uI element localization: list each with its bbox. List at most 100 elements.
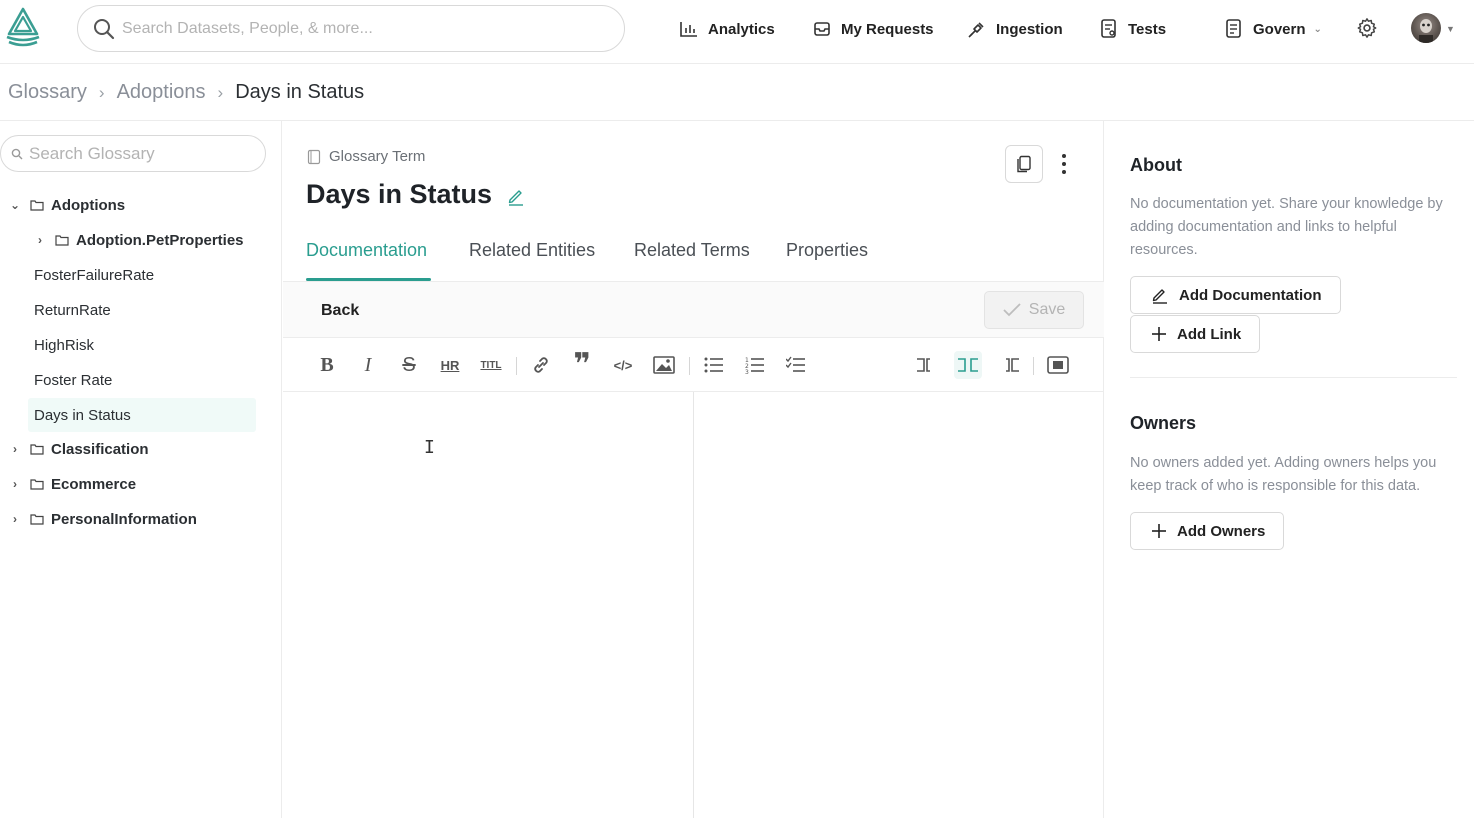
test-file-icon <box>1101 19 1116 38</box>
tree-item-label: Ecommerce <box>51 475 137 493</box>
image-icon[interactable] <box>650 351 678 379</box>
horizontal-rule-button[interactable]: HR <box>436 351 464 379</box>
entity-type-text: Glossary Term <box>329 148 426 165</box>
chevron-down-icon[interactable]: ⌄ <box>8 198 22 212</box>
nav-analytics-label: Analytics <box>708 20 775 38</box>
tree-item-foster-rate[interactable]: Foster Rate <box>34 366 112 394</box>
add-documentation-button[interactable]: Add Documentation <box>1130 276 1341 314</box>
term-tabs: Documentation Related Entities Related T… <box>283 228 1104 282</box>
tree-item-label: Classification <box>51 440 149 458</box>
search-icon <box>11 148 23 159</box>
tab-properties[interactable]: Properties <box>786 240 868 261</box>
bullet-list-icon[interactable] <box>700 351 728 379</box>
copy-link-button[interactable] <box>1005 145 1043 183</box>
entity-type-label: Glossary Term <box>307 148 425 165</box>
tree-item-adoptions[interactable]: ⌄ Adoptions <box>8 191 125 219</box>
tree-item-ecommerce[interactable]: › Ecommerce <box>8 470 136 498</box>
nav-analytics[interactable]: Analytics <box>680 18 775 40</box>
page-title-text: Days in Status <box>306 179 493 209</box>
add-owners-label: Add Owners <box>1177 522 1266 540</box>
chevron-right-icon[interactable]: › <box>8 512 22 526</box>
editor-toolbar: B I S HR TITL ❞ </> 123 <box>283 338 1104 392</box>
search-icon <box>94 18 115 39</box>
numbered-list-icon[interactable]: 123 <box>741 351 769 379</box>
breadcrumb-glossary[interactable]: Glossary <box>8 81 87 104</box>
chevron-right-icon[interactable]: › <box>33 233 47 247</box>
chevron-down-icon: ⌄ <box>1313 23 1322 35</box>
split-view-icon[interactable] <box>954 351 982 379</box>
tree-item-adoption-petproperties[interactable]: › Adoption.PetProperties <box>33 226 244 254</box>
glossary-search[interactable] <box>0 135 266 172</box>
tree-item-classification[interactable]: › Classification <box>8 435 149 463</box>
folder-icon <box>55 235 69 246</box>
editor-mode-icon[interactable] <box>913 351 941 379</box>
heading-button[interactable]: TITL <box>477 351 505 379</box>
nav-ingestion[interactable]: Ingestion <box>968 18 1063 40</box>
tab-related-terms[interactable]: Related Terms <box>634 240 750 261</box>
add-link-button[interactable]: Add Link <box>1130 315 1261 353</box>
tree-item-label: PersonalInformation <box>51 510 197 528</box>
govern-icon <box>1226 19 1241 38</box>
quote-button[interactable]: ❞ <box>568 350 596 380</box>
nav-tests-label: Tests <box>1128 20 1167 38</box>
tree-item-days-in-status[interactable]: Days in Status <box>28 398 256 432</box>
global-search[interactable] <box>77 5 625 52</box>
nav-govern[interactable]: Govern ⌄ <box>1225 18 1322 40</box>
strikethrough-button[interactable]: S <box>395 351 423 379</box>
check-icon <box>1003 303 1021 317</box>
tree-item-highrisk[interactable]: HighRisk <box>34 331 94 359</box>
folder-icon <box>30 479 44 490</box>
breadcrumb-adoptions[interactable]: Adoptions <box>117 81 206 104</box>
page-title: Days in Status <box>306 179 526 210</box>
app-logo-icon[interactable] <box>4 6 42 48</box>
editor-header: Back Save <box>283 282 1104 338</box>
edit-pencil-icon[interactable] <box>506 186 526 206</box>
avatar-caret-icon[interactable]: ▼ <box>1446 24 1455 34</box>
nav-govern-label: Govern <box>1253 20 1306 38</box>
nav-tests[interactable]: Tests <box>1100 18 1166 40</box>
editor-preview-divider <box>693 392 694 818</box>
save-label: Save <box>1028 301 1066 318</box>
glossary-search-input[interactable] <box>29 143 249 164</box>
breadcrumb-separator-icon: › <box>217 82 224 102</box>
toolbar-divider <box>1033 357 1034 375</box>
link-icon[interactable] <box>527 351 555 379</box>
task-list-icon[interactable] <box>782 351 810 379</box>
folder-icon <box>30 514 44 525</box>
breadcrumb-current: Days in Status <box>235 81 365 103</box>
active-tab-indicator <box>306 278 431 281</box>
global-search-input[interactable] <box>122 19 624 38</box>
avatar[interactable] <box>1411 13 1441 43</box>
fullscreen-icon[interactable] <box>1044 351 1072 379</box>
more-options-icon[interactable] <box>1054 149 1074 179</box>
gear-icon[interactable] <box>1356 17 1378 39</box>
tree-item-returnrate[interactable]: ReturnRate <box>34 296 111 324</box>
code-button[interactable]: </> <box>609 351 637 379</box>
markdown-editor[interactable]: I <box>283 392 1104 818</box>
nav-ingestion-label: Ingestion <box>996 20 1063 38</box>
add-owners-button[interactable]: Add Owners <box>1130 512 1285 550</box>
tree-item-label: Adoptions <box>51 196 126 214</box>
tab-related-entities[interactable]: Related Entities <box>469 240 595 261</box>
svg-text:3: 3 <box>745 369 749 374</box>
plus-icon <box>1152 524 1166 538</box>
italic-button[interactable]: I <box>354 351 382 379</box>
breadcrumb: Glossary › Adoptions › Days in Status <box>0 65 1474 121</box>
breadcrumb-separator-icon: › <box>98 82 105 102</box>
nav-my-requests[interactable]: My Requests <box>813 18 934 40</box>
tab-documentation[interactable]: Documentation <box>306 240 427 261</box>
save-button[interactable]: Save <box>984 291 1084 329</box>
tree-item-fosterfailurerate[interactable]: FosterFailureRate <box>34 261 154 289</box>
back-button[interactable]: Back <box>321 302 359 320</box>
copy-icon <box>1017 155 1031 173</box>
chevron-right-icon[interactable]: › <box>8 477 22 491</box>
tree-item-personalinformation[interactable]: › PersonalInformation <box>8 505 197 533</box>
about-text: No documentation yet. Share your knowled… <box>1130 196 1443 258</box>
inbox-icon <box>814 22 830 36</box>
chevron-right-icon[interactable]: › <box>8 442 22 456</box>
text-cursor-icon: I <box>424 437 435 458</box>
glossary-sidebar: ⌄ Adoptions › Adoption.PetProperties Fos… <box>0 121 282 818</box>
owners-heading: Owners <box>1130 413 1197 433</box>
preview-mode-icon[interactable] <box>995 351 1023 379</box>
bold-button[interactable]: B <box>313 351 341 379</box>
